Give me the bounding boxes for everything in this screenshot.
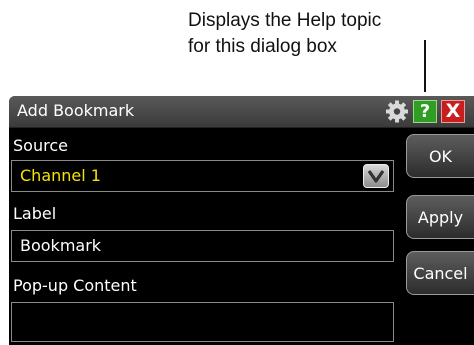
popup-content-label: Pop-up Content [13, 276, 137, 295]
ok-button-label: OK [428, 147, 453, 166]
ok-button[interactable]: OK [406, 134, 474, 178]
apply-button[interactable]: Apply [406, 195, 474, 239]
help-button[interactable]: ? [413, 100, 437, 123]
source-selected-value: Channel 1 [20, 166, 101, 185]
label-input[interactable]: Bookmark [11, 230, 394, 262]
source-label: Source [13, 136, 68, 155]
add-bookmark-dialog: Add Bookmark ? X Source Channel 1 Label … [9, 96, 474, 345]
callout-pointer-line [424, 40, 426, 92]
callout-line-2: for this dialog box [188, 36, 337, 57]
cancel-button-label: Cancel [413, 264, 468, 283]
help-callout: Displays the Help topic for this dialog … [188, 8, 418, 60]
gear-icon[interactable] [385, 100, 409, 123]
apply-button-label: Apply [417, 208, 464, 227]
popup-content-input[interactable] [11, 302, 394, 342]
close-button[interactable]: X [441, 100, 465, 123]
label-input-value: Bookmark [20, 236, 102, 255]
dialog-title: Add Bookmark [17, 101, 135, 120]
dialog-titlebar: Add Bookmark ? X [9, 96, 474, 128]
close-icon: X [445, 100, 461, 122]
source-select[interactable]: Channel 1 [11, 160, 394, 192]
callout-line-1: Displays the Help topic [188, 10, 382, 31]
help-icon: ? [419, 101, 431, 122]
cancel-button[interactable]: Cancel [406, 251, 474, 295]
chevron-down-icon [367, 170, 385, 183]
dropdown-arrow-button[interactable] [363, 164, 389, 188]
label-field-label: Label [13, 204, 57, 223]
